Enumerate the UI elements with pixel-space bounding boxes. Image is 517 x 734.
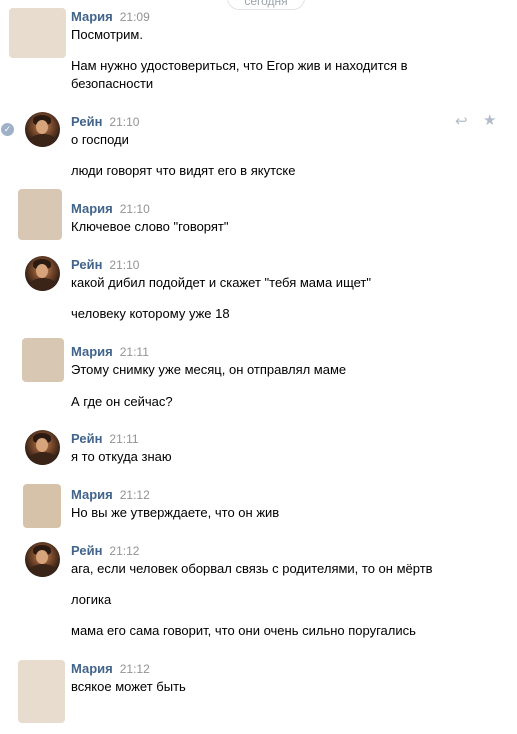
message-text: всякое может быть [71,679,186,694]
message-time[interactable]: 21:10 [109,258,139,272]
avatar[interactable] [25,112,60,147]
message-time[interactable]: 21:10 [109,115,139,129]
author-name[interactable]: Рейн [71,431,102,446]
avatar[interactable] [18,660,65,723]
avatar[interactable] [25,256,60,291]
message-text: о господи [71,132,129,147]
message-text: Этому снимку уже месяц, он отправлял мам… [71,362,347,377]
message-text: я то откуда знаю [71,449,172,464]
reply-icon[interactable]: ↩ [455,114,468,130]
message-text: ага, если человек оборвал связь с родите… [71,561,433,576]
message-time[interactable]: 21:12 [120,662,150,676]
message-text: логика [71,592,112,607]
author-name[interactable]: Рейн [71,543,102,558]
avatar[interactable] [9,8,66,58]
avatar[interactable] [23,484,61,528]
author-name[interactable]: Мария [71,9,113,24]
author-name[interactable]: Рейн [71,257,102,272]
author-name[interactable]: Рейн [71,114,102,129]
avatar[interactable] [25,542,60,577]
message-text: мама его сама говорит, что они очень сил… [71,623,416,638]
message-text: А где он сейчас? [71,394,173,409]
message-text: человеку которому уже 18 [71,306,230,321]
message-time[interactable]: 21:09 [120,10,150,24]
message-time[interactable]: 21:11 [120,345,149,359]
message-time[interactable]: 21:11 [109,432,138,446]
message-time[interactable]: 21:10 [120,202,150,216]
message-time[interactable]: 21:12 [120,488,150,502]
star-icon[interactable]: ★ [483,113,496,129]
avatar[interactable] [18,189,62,240]
check-icon[interactable]: ✓ [1,123,14,136]
message-text: какой дибил подойдет и скажет "тебя мама… [71,275,371,290]
avatar[interactable] [25,430,60,465]
message-text: Посмотрим. [71,27,143,42]
date-separator: сегодня [227,0,305,10]
message-text: Ключевое слово "говорят" [71,219,229,234]
message-time[interactable]: 21:12 [109,544,139,558]
author-name[interactable]: Мария [71,487,113,502]
author-name[interactable]: Мария [71,661,113,676]
author-name[interactable]: Мария [71,344,113,359]
message-text: Но вы же утверждаете, что он жив [71,505,280,520]
message-text: люди говорят что видят его в якутске [71,163,296,178]
author-name[interactable]: Мария [71,201,113,216]
message-text: безопасности [71,76,154,91]
avatar[interactable] [22,338,64,382]
message-text: Нам нужно удостовериться, что Егор жив и… [71,58,408,73]
